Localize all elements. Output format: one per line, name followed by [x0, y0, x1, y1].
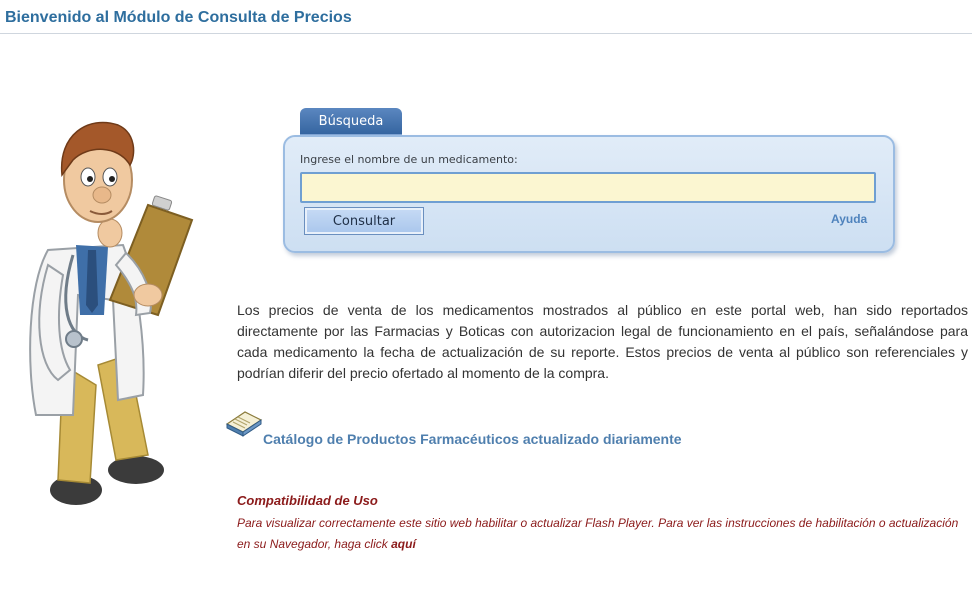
catalog-link[interactable]: Catálogo de Productos Farmacéuticos actu…	[263, 431, 682, 447]
page-title: Bienvenido al Módulo de Consulta de Prec…	[5, 9, 352, 26]
aqui-link[interactable]: aquí	[391, 537, 416, 551]
title-divider	[0, 33, 972, 34]
compatibility-message: Para visualizar correctamente este sitio…	[237, 516, 959, 551]
compatibility-heading: Compatibilidad de Uso	[237, 493, 378, 508]
open-book-icon[interactable]	[225, 410, 263, 440]
doctor-illustration	[29, 121, 194, 505]
medication-search-input[interactable]	[300, 172, 876, 203]
ayuda-link[interactable]: Ayuda	[831, 212, 867, 226]
consultar-button[interactable]: Consultar	[304, 207, 424, 235]
info-paragraph: Los precios de venta de los medicamentos…	[237, 302, 968, 381]
tab-busqueda[interactable]: Búsqueda	[300, 108, 402, 135]
medication-field-label: Ingrese el nombre de un medicamento:	[300, 153, 518, 166]
compatibility-text: Para visualizar correctamente este sitio…	[237, 513, 968, 555]
